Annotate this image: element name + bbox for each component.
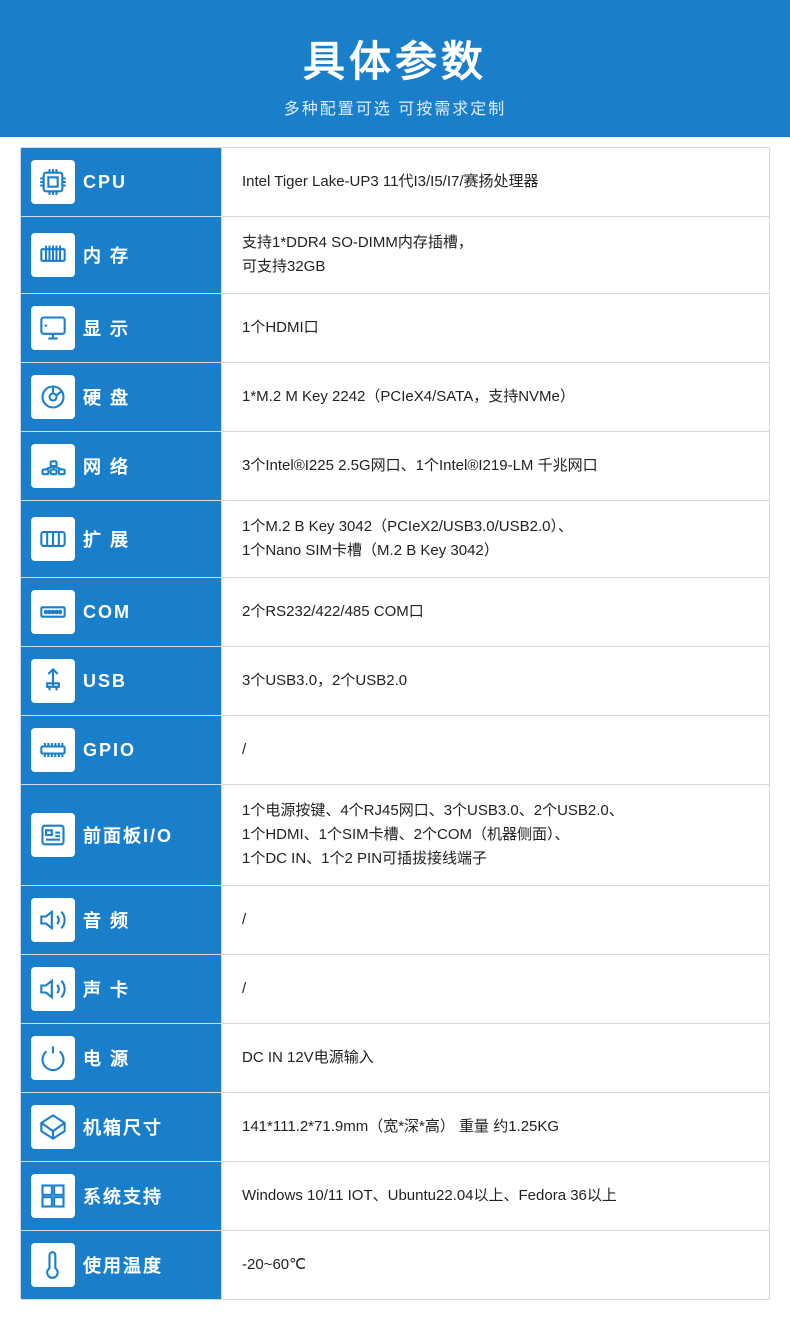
spec-label-text-usb: USB	[83, 671, 127, 692]
memory-icon	[31, 233, 75, 277]
spec-row: 显 示 1个HDMI口	[21, 294, 769, 363]
spec-label-text-expand: 扩 展	[83, 526, 130, 552]
spec-label-chassis: 机箱尺寸	[21, 1093, 221, 1161]
spec-label-audio: 音 频	[21, 886, 221, 954]
spec-label-gpio: GPIO	[21, 716, 221, 784]
spec-label-text-network: 网 络	[83, 453, 130, 479]
spec-row: 电 源 DC IN 12V电源输入	[21, 1024, 769, 1093]
spec-label-text-audio: 音 频	[83, 907, 130, 933]
spec-label-hdd: 硬 盘	[21, 363, 221, 431]
spec-value-usb: 3个USB3.0，2个USB2.0	[221, 647, 769, 715]
spec-value-chassis: 141*111.2*71.9mm（宽*深*高） 重量 约1.25KG	[221, 1093, 769, 1161]
spec-table-container: CPU Intel Tiger Lake-UP3 11代I3/I5/I7/赛扬处理…	[0, 137, 790, 1320]
spec-label-text-cpu: CPU	[83, 172, 127, 193]
usb-icon	[31, 659, 75, 703]
display-icon	[31, 306, 75, 350]
spec-label-text-temp: 使用温度	[83, 1252, 163, 1278]
spec-label-com: COM	[21, 578, 221, 646]
spec-row: 网 络 3个Intel®I225 2.5G网口、1个Intel®I219-LM 千…	[21, 432, 769, 501]
spec-value-soundcard: /	[221, 955, 769, 1023]
spec-value-audio: /	[221, 886, 769, 954]
spec-value-hdd: 1*M.2 M Key 2242（PCIeX4/SATA，支持NVMe）	[221, 363, 769, 431]
expand-icon	[31, 517, 75, 561]
page-wrapper: 具体参数 多种配置可选 可按需求定制 CPU Intel Tiger Lake-U…	[0, 0, 790, 1320]
cpu-icon	[31, 160, 75, 204]
chassis-icon	[31, 1105, 75, 1149]
spec-row: 扩 展 1个M.2 B Key 3042（PCIeX2/USB3.0/USB2.0…	[21, 501, 769, 578]
spec-label-display: 显 示	[21, 294, 221, 362]
spec-value-os: Windows 10/11 IOT、Ubuntu22.04以上、Fedora 3…	[221, 1162, 769, 1230]
spec-label-network: 网 络	[21, 432, 221, 500]
spec-value-frontio: 1个电源按键、4个RJ45网口、3个USB3.0、2个USB2.0、 1个HDM…	[221, 785, 769, 885]
hdd-icon	[31, 375, 75, 419]
spec-row: 音 频 /	[21, 886, 769, 955]
os-icon	[31, 1174, 75, 1218]
spec-value-memory: 支持1*DDR4 SO-DIMM内存插槽， 可支持32GB	[221, 217, 769, 293]
spec-label-text-chassis: 机箱尺寸	[83, 1114, 163, 1140]
spec-value-power: DC IN 12V电源输入	[221, 1024, 769, 1092]
soundcard-icon	[31, 967, 75, 1011]
spec-row: 机箱尺寸 141*111.2*71.9mm（宽*深*高） 重量 约1.25KG	[21, 1093, 769, 1162]
gpio-icon	[31, 728, 75, 772]
spec-label-text-gpio: GPIO	[83, 740, 136, 761]
spec-value-gpio: /	[221, 716, 769, 784]
header: 具体参数 多种配置可选 可按需求定制	[0, 0, 790, 137]
spec-label-usb: USB	[21, 647, 221, 715]
spec-row: GPIO /	[21, 716, 769, 785]
power-icon	[31, 1036, 75, 1080]
spec-value-com: 2个RS232/422/485 COM口	[221, 578, 769, 646]
spec-row: CPU Intel Tiger Lake-UP3 11代I3/I5/I7/赛扬处理…	[21, 148, 769, 217]
spec-label-text-power: 电 源	[83, 1045, 130, 1071]
network-icon	[31, 444, 75, 488]
page-title: 具体参数	[20, 28, 770, 89]
spec-label-text-memory: 内 存	[83, 242, 130, 268]
spec-table-wrapper: CPU Intel Tiger Lake-UP3 11代I3/I5/I7/赛扬处理…	[20, 147, 770, 1300]
spec-value-cpu: Intel Tiger Lake-UP3 11代I3/I5/I7/赛扬处理器	[221, 148, 769, 216]
frontio-icon	[31, 813, 75, 857]
spec-row: 前面板I/O 1个电源按键、4个RJ45网口、3个USB3.0、2个USB2.0、…	[21, 785, 769, 886]
spec-label-text-soundcard: 声 卡	[83, 976, 130, 1002]
spec-row: 内 存 支持1*DDR4 SO-DIMM内存插槽， 可支持32GB	[21, 217, 769, 294]
spec-row: 硬 盘 1*M.2 M Key 2242（PCIeX4/SATA，支持NVMe）	[21, 363, 769, 432]
spec-row: COM 2个RS232/422/485 COM口	[21, 578, 769, 647]
temp-icon	[31, 1243, 75, 1287]
spec-label-memory: 内 存	[21, 217, 221, 293]
spec-label-text-os: 系统支持	[83, 1183, 163, 1209]
spec-label-text-frontio: 前面板I/O	[83, 822, 173, 848]
spec-row: USB 3个USB3.0，2个USB2.0	[21, 647, 769, 716]
spec-label-power: 电 源	[21, 1024, 221, 1092]
spec-row: 系统支持 Windows 10/11 IOT、Ubuntu22.04以上、Fedo…	[21, 1162, 769, 1231]
com-icon	[31, 590, 75, 634]
spec-label-soundcard: 声 卡	[21, 955, 221, 1023]
spec-value-display: 1个HDMI口	[221, 294, 769, 362]
audio-icon	[31, 898, 75, 942]
spec-label-os: 系统支持	[21, 1162, 221, 1230]
spec-label-frontio: 前面板I/O	[21, 785, 221, 885]
spec-label-text-hdd: 硬 盘	[83, 384, 130, 410]
spec-label-cpu: CPU	[21, 148, 221, 216]
spec-label-expand: 扩 展	[21, 501, 221, 577]
spec-value-network: 3个Intel®I225 2.5G网口、1个Intel®I219-LM 千兆网口	[221, 432, 769, 500]
spec-row: 声 卡 /	[21, 955, 769, 1024]
spec-value-expand: 1个M.2 B Key 3042（PCIeX2/USB3.0/USB2.0）、 …	[221, 501, 769, 577]
spec-label-text-com: COM	[83, 602, 131, 623]
spec-label-text-display: 显 示	[83, 315, 130, 341]
page-subtitle: 多种配置可选 可按需求定制	[20, 95, 770, 119]
